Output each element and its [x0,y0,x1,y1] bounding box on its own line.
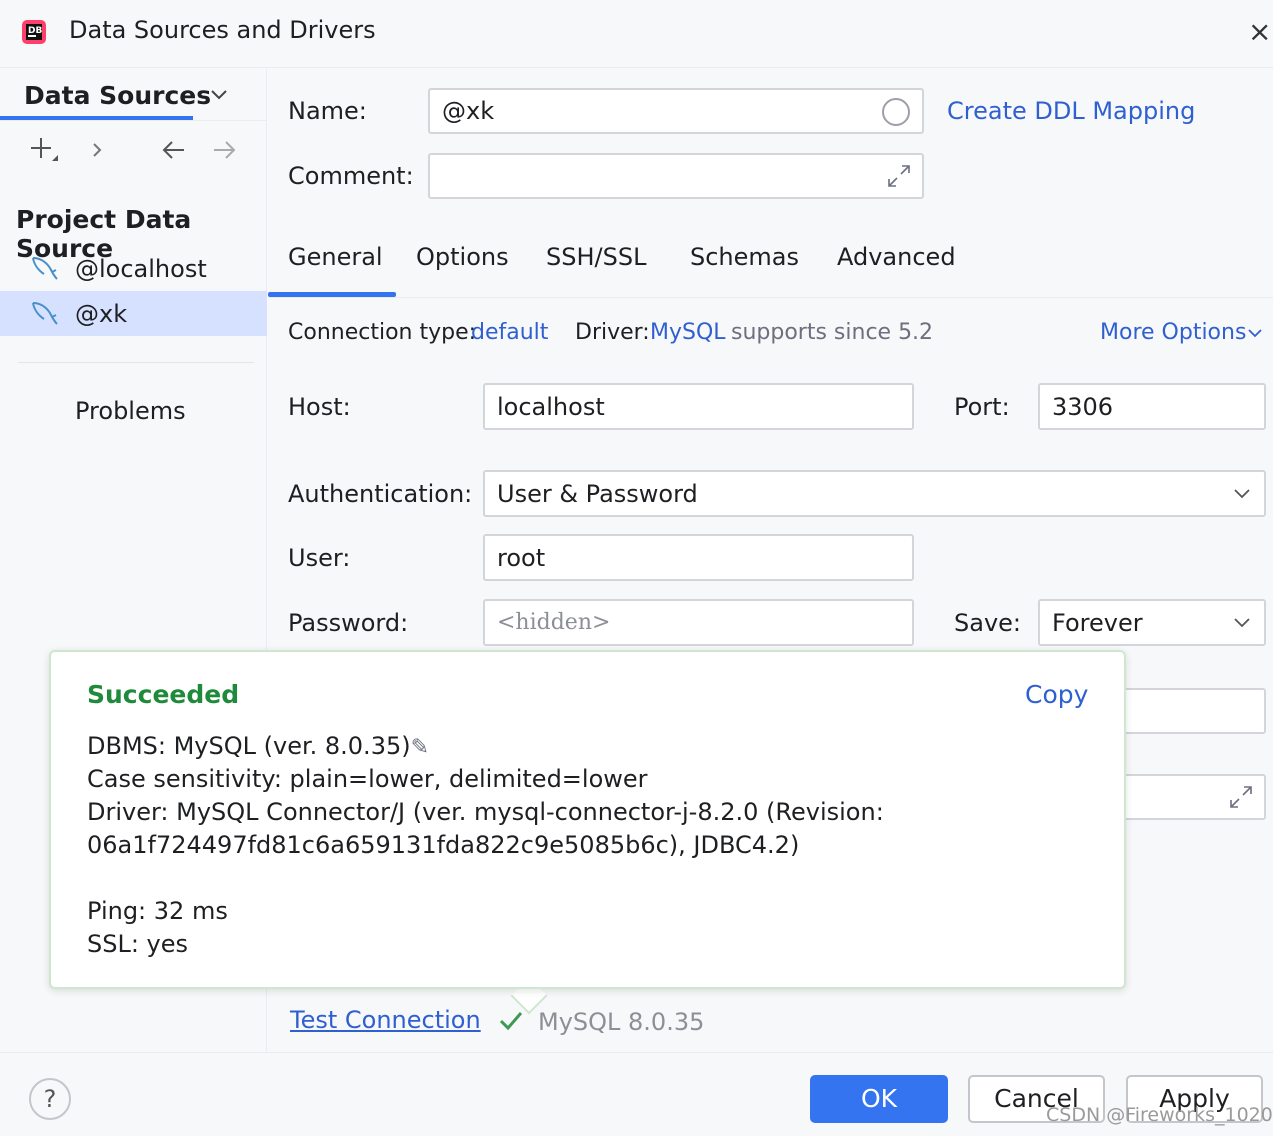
help-icon[interactable]: ? [29,1078,71,1120]
driver-link[interactable]: MySQL [650,320,726,345]
chevron-down-icon [1232,480,1252,511]
chevron-down-icon[interactable] [1246,320,1264,352]
host-field[interactable]: localhost [483,383,914,430]
tab-ssh-ssl[interactable]: SSH/SSL [546,243,646,271]
chevron-right-icon[interactable] [88,135,108,172]
tab-advanced[interactable]: Advanced [837,243,956,271]
add-icon[interactable] [28,135,60,174]
tab-divider [268,297,1273,298]
close-icon[interactable]: × [1248,18,1272,46]
mysql-dolphin-icon [32,302,58,325]
back-arrow-icon[interactable] [160,135,188,172]
port-label: Port: [954,393,1010,421]
port-value: 3306 [1052,392,1114,421]
title-bar: DB Data Sources and Drivers × [0,0,1273,68]
user-field[interactable]: root [483,534,914,581]
comment-field[interactable] [428,153,924,199]
driver-label: Driver: [575,320,650,345]
data-source-item[interactable]: @localhost [0,246,267,291]
pencil-icon[interactable]: ✎ [411,735,429,760]
ok-button[interactable]: OK [810,1075,948,1123]
driver-note: supports since 5.2 [731,320,934,345]
result-line: DBMS: MySQL (ver. 8.0.35)✎ [87,732,429,760]
password-field[interactable]: <hidden> [483,599,914,646]
authentication-label: Authentication: [288,480,473,508]
password-placeholder: <hidden> [497,610,611,635]
problems-item[interactable]: Problems [75,397,186,425]
watermark: CSDN @Fireworks_1020 [1046,1104,1273,1126]
sidebar-divider [18,362,254,363]
tab-general[interactable]: General [288,243,383,271]
data-sources-header[interactable]: Data Sources [24,81,211,110]
test-connection-result-popup: Succeeded Copy DBMS: MySQL (ver. 8.0.35)… [49,650,1126,989]
ping-line: Ping: 32 ms [87,897,228,925]
app-icon: DB [22,20,46,44]
port-field[interactable]: 3306 [1038,383,1266,430]
case-sensitivity-line: Case sensitivity: plain=lower, delimited… [87,765,648,793]
authentication-select[interactable]: User & Password [483,470,1266,517]
dbms-line: DBMS: MySQL (ver. 8.0.35) [87,732,411,760]
expand-icon[interactable] [886,163,912,195]
connection-type-link[interactable]: default [471,320,548,345]
chevron-down-icon[interactable] [208,83,230,111]
mysql-version-label: MySQL 8.0.35 [538,1008,705,1036]
copy-link[interactable]: Copy [1025,680,1088,709]
create-ddl-mapping-link[interactable]: Create DDL Mapping [947,97,1195,125]
connection-type-label: Connection type: [288,320,477,345]
chevron-down-icon [1232,609,1252,640]
mysql-dolphin-icon [32,257,58,280]
user-value: root [497,543,546,572]
expand-icon[interactable] [1228,784,1254,816]
name-value: @xk [442,97,495,125]
name-field[interactable]: @xk [428,88,924,134]
status-succeeded: Succeeded [87,680,240,709]
driver-revision-line: 06a1f724497fd81c6a659131fda822c9e5085b6c… [87,831,800,859]
sidebar-divider [0,120,267,121]
color-circle-icon[interactable] [882,98,910,126]
user-label: User: [288,544,351,572]
window-title: Data Sources and Drivers [69,16,376,44]
data-source-label: @localhost [75,255,207,283]
more-options-link[interactable]: More Options [1100,320,1246,345]
save-select[interactable]: Forever [1038,599,1266,646]
data-source-item-selected[interactable]: @xk [0,291,267,336]
forward-arrow-icon[interactable] [210,135,238,172]
svg-text:DB: DB [28,26,42,36]
checkmark-icon [497,1006,525,1041]
comment-label: Comment: [288,162,414,190]
password-label: Password: [288,609,409,637]
driver-line: Driver: MySQL Connector/J (ver. mysql-co… [87,798,884,826]
ssl-line: SSL: yes [87,930,189,958]
authentication-value: User & Password [497,479,698,508]
save-label: Save: [954,609,1021,637]
name-label: Name: [288,97,367,125]
host-value: localhost [497,392,605,421]
data-source-label: @xk [75,300,128,328]
host-label: Host: [288,393,351,421]
save-value: Forever [1052,608,1143,637]
tab-options[interactable]: Options [416,243,509,271]
test-connection-link[interactable]: Test Connection [290,1006,481,1034]
tab-schemas[interactable]: Schemas [690,243,799,271]
